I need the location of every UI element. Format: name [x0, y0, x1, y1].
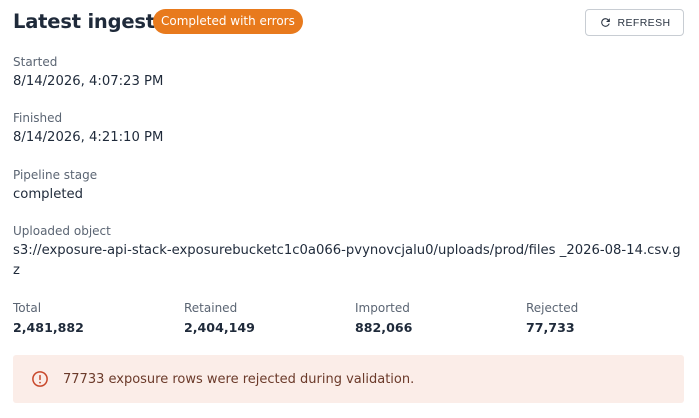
stat-retained-value: 2,404,149 — [184, 320, 255, 335]
alert-message: 77733 exposure rows were rejected during… — [63, 371, 415, 387]
stat-imported-label: Imported — [355, 301, 410, 315]
started-label: Started — [13, 55, 58, 69]
stat-imported-value: 882,066 — [355, 320, 413, 335]
ingest-status-panel: Latest ingest Completed with errors REFR… — [0, 0, 699, 418]
refresh-icon — [599, 16, 612, 29]
rejection-alert: 77733 exposure rows were rejected during… — [13, 355, 684, 403]
uploaded-object-field: Uploaded object s3://exposure-api-stack-… — [13, 223, 684, 281]
refresh-label: REFRESH — [617, 16, 671, 29]
panel-header: Latest ingest Completed with errors REFR… — [13, 7, 684, 39]
finished-field: Finished 8/14/2026, 4:21:10 PM — [13, 110, 684, 148]
pipeline-stage-label: Pipeline stage — [13, 168, 98, 182]
refresh-button[interactable]: REFRESH — [585, 9, 684, 36]
finished-label: Finished — [13, 111, 63, 125]
started-value: 8/14/2026, 4:07:23 PM — [13, 74, 164, 89]
stat-retained-label: Retained — [184, 301, 238, 315]
uploaded-object-value: s3://exposure-api-stack-exposurebucketc1… — [13, 243, 681, 278]
started-field: Started 8/14/2026, 4:07:23 PM — [13, 54, 684, 92]
stat-rejected: Rejected 77,733 — [526, 300, 686, 337]
stat-total-value: 2,481,882 — [13, 320, 84, 335]
pipeline-stage-field: Pipeline stage completed — [13, 167, 684, 205]
stat-imported: Imported 882,066 — [355, 300, 515, 337]
stat-rejected-label: Rejected — [526, 301, 579, 315]
stat-total-label: Total — [13, 301, 42, 315]
stat-retained: Retained 2,404,149 — [184, 300, 344, 337]
status-badge: Completed with errors — [153, 9, 303, 34]
finished-value: 8/14/2026, 4:21:10 PM — [13, 130, 164, 145]
pipeline-stage-value: completed — [13, 187, 83, 202]
ingest-stats: Total 2,481,882 Retained 2,404,149 Impor… — [13, 300, 697, 340]
stat-rejected-value: 77,733 — [526, 320, 575, 335]
uploaded-object-label: Uploaded object — [13, 224, 111, 238]
error-circle-icon — [31, 370, 49, 388]
page-title: Latest ingest — [13, 10, 155, 33]
stat-total: Total 2,481,882 — [13, 300, 173, 337]
